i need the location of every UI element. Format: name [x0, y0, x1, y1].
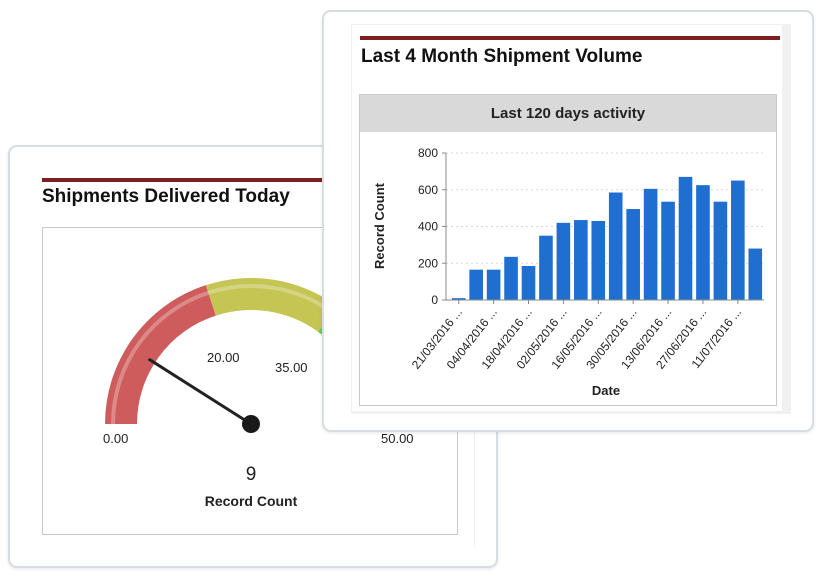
bar[interactable]	[626, 209, 640, 300]
chart-title-rule	[360, 36, 780, 40]
bar[interactable]	[608, 192, 623, 300]
y-tick-label: 600	[418, 183, 438, 197]
bar[interactable]	[678, 176, 693, 300]
bar-chart[interactable]: 0 200 400 600 800 21/03/2016 ...04/04/2016 .…	[360, 95, 776, 405]
gauge-min-label: 0.00	[103, 431, 128, 446]
gauge-card-title[interactable]: Shipments Delivered Today	[42, 186, 290, 208]
gauge-measure-label: Record Count	[205, 493, 298, 509]
bar[interactable]	[661, 201, 675, 300]
y-tick-label: 800	[418, 146, 438, 160]
bar[interactable]	[504, 256, 518, 300]
gauge-needle-hub	[242, 415, 260, 433]
gauge-tick-label: 35.00	[275, 360, 308, 375]
gauge-tick-label: 20.00	[207, 350, 240, 365]
gauge-range-segment	[105, 285, 216, 424]
bar-series	[451, 176, 763, 300]
bar[interactable]	[469, 269, 483, 300]
bar-chart-box: Last 120 days activity 0 200 400 600 800 21/…	[359, 94, 777, 406]
bar[interactable]	[696, 185, 710, 300]
bar[interactable]	[591, 220, 606, 300]
gauge-title-rule	[42, 178, 332, 182]
bar[interactable]	[556, 222, 571, 300]
y-tick-label: 0	[431, 293, 438, 307]
gauge-max-label: 50.00	[381, 431, 414, 446]
y-tick-label: 400	[418, 220, 438, 234]
x-axis-ticks: 21/03/2016 ...04/04/2016 ...18/04/2016 .…	[409, 300, 744, 372]
bar[interactable]	[574, 220, 588, 300]
gauge-needle	[148, 358, 253, 426]
bar[interactable]	[539, 235, 553, 300]
x-axis-title: Date	[592, 383, 620, 398]
gauge-value: 9	[246, 464, 257, 485]
bar[interactable]	[643, 188, 658, 300]
chart-card-title[interactable]: Last 4 Month Shipment Volume	[361, 46, 643, 68]
y-axis-title: Record Count	[372, 182, 387, 269]
y-axis-ticks: 0 200 400 600 800	[418, 146, 446, 307]
bar[interactable]	[731, 180, 745, 300]
y-tick-label: 200	[418, 256, 438, 270]
bar[interactable]	[713, 201, 728, 300]
bar[interactable]	[486, 269, 501, 300]
bar[interactable]	[748, 248, 763, 300]
bar[interactable]	[521, 266, 536, 300]
